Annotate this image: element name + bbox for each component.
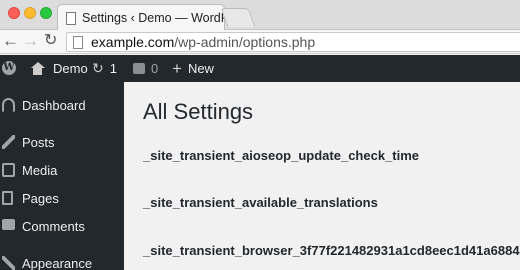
browser-tab[interactable]: Settings ‹ Demo — WordPr	[57, 4, 225, 31]
sidebar-item-dashboard[interactable]: Dashboard	[0, 94, 124, 116]
option-name: _site_transient_aioseop_update_check_tim…	[143, 148, 420, 163]
address-bar[interactable]: example.com/wp-admin/options.php	[66, 32, 520, 52]
new-tab-button[interactable]	[220, 8, 256, 27]
sidebar-item-pages[interactable]: Pages	[0, 187, 124, 209]
home-icon	[30, 62, 45, 75]
site-name-link[interactable]: Demo	[30, 55, 88, 82]
brush-icon	[2, 256, 15, 270]
url-text: example.com/wp-admin/options.php	[91, 34, 315, 50]
sidebar-item-label: Pages	[22, 190, 59, 206]
sidebar-item-label: Appearance	[22, 255, 93, 270]
main-content: All Settings _site_transient_aioseop_upd…	[124, 82, 520, 270]
sidebar-item-comments[interactable]: Comments	[0, 215, 124, 237]
option-name: _site_transient_browser_3f77f221482931a1…	[143, 243, 520, 258]
tab-title: Settings ‹ Demo — WordPr	[82, 11, 224, 25]
wordpress-icon[interactable]: W	[2, 61, 16, 75]
page-icon	[66, 11, 76, 25]
pin-icon	[2, 135, 15, 149]
comments-icon	[2, 219, 15, 230]
minimize-window-button[interactable]	[24, 7, 36, 19]
sidebar-item-appearance[interactable]: Appearance	[0, 252, 124, 270]
url-host: example.com	[91, 34, 175, 50]
admin-bar: W Demo ↻ 1 0 + New	[0, 55, 520, 82]
admin-sidebar: Dashboard Posts Media Pages Comments App…	[0, 82, 124, 270]
new-label: New	[187, 61, 214, 76]
sidebar-item-label: Dashboard	[22, 97, 86, 113]
site-name: Demo	[53, 61, 88, 76]
comment-icon	[133, 63, 145, 74]
dashboard-icon	[2, 98, 15, 112]
option-name: _site_transient_available_translations	[143, 195, 378, 210]
new-content-link[interactable]: + New	[172, 55, 214, 82]
sidebar-item-media[interactable]: Media	[0, 159, 124, 181]
browser-toolbar: ← → ↻ example.com/wp-admin/options.php	[0, 30, 520, 54]
page-icon	[73, 35, 83, 49]
comments-link[interactable]: 0	[133, 55, 158, 82]
forward-arrow-icon[interactable]: →	[22, 31, 39, 51]
browser-tab-strip: Settings ‹ Demo — WordPr	[0, 0, 520, 31]
back-arrow-icon[interactable]: ←	[2, 31, 19, 51]
refresh-icon: ↻	[92, 60, 104, 76]
sidebar-item-label: Media	[22, 162, 58, 178]
updates-count: 1	[109, 61, 117, 76]
url-path: /wp-admin/options.php	[174, 34, 316, 50]
reload-icon[interactable]: ↻	[44, 31, 57, 51]
comments-count: 0	[151, 61, 159, 76]
sidebar-item-posts[interactable]: Posts	[0, 131, 124, 153]
maximize-window-button[interactable]	[40, 7, 52, 19]
close-window-button[interactable]	[8, 7, 20, 19]
media-icon	[2, 163, 15, 177]
pages-icon	[2, 191, 13, 205]
sidebar-item-label: Comments	[22, 218, 85, 234]
sidebar-item-label: Posts	[22, 134, 55, 150]
plus-icon: +	[172, 58, 182, 78]
page-title: All Settings	[143, 99, 254, 124]
updates-link[interactable]: ↻ 1	[92, 55, 117, 82]
